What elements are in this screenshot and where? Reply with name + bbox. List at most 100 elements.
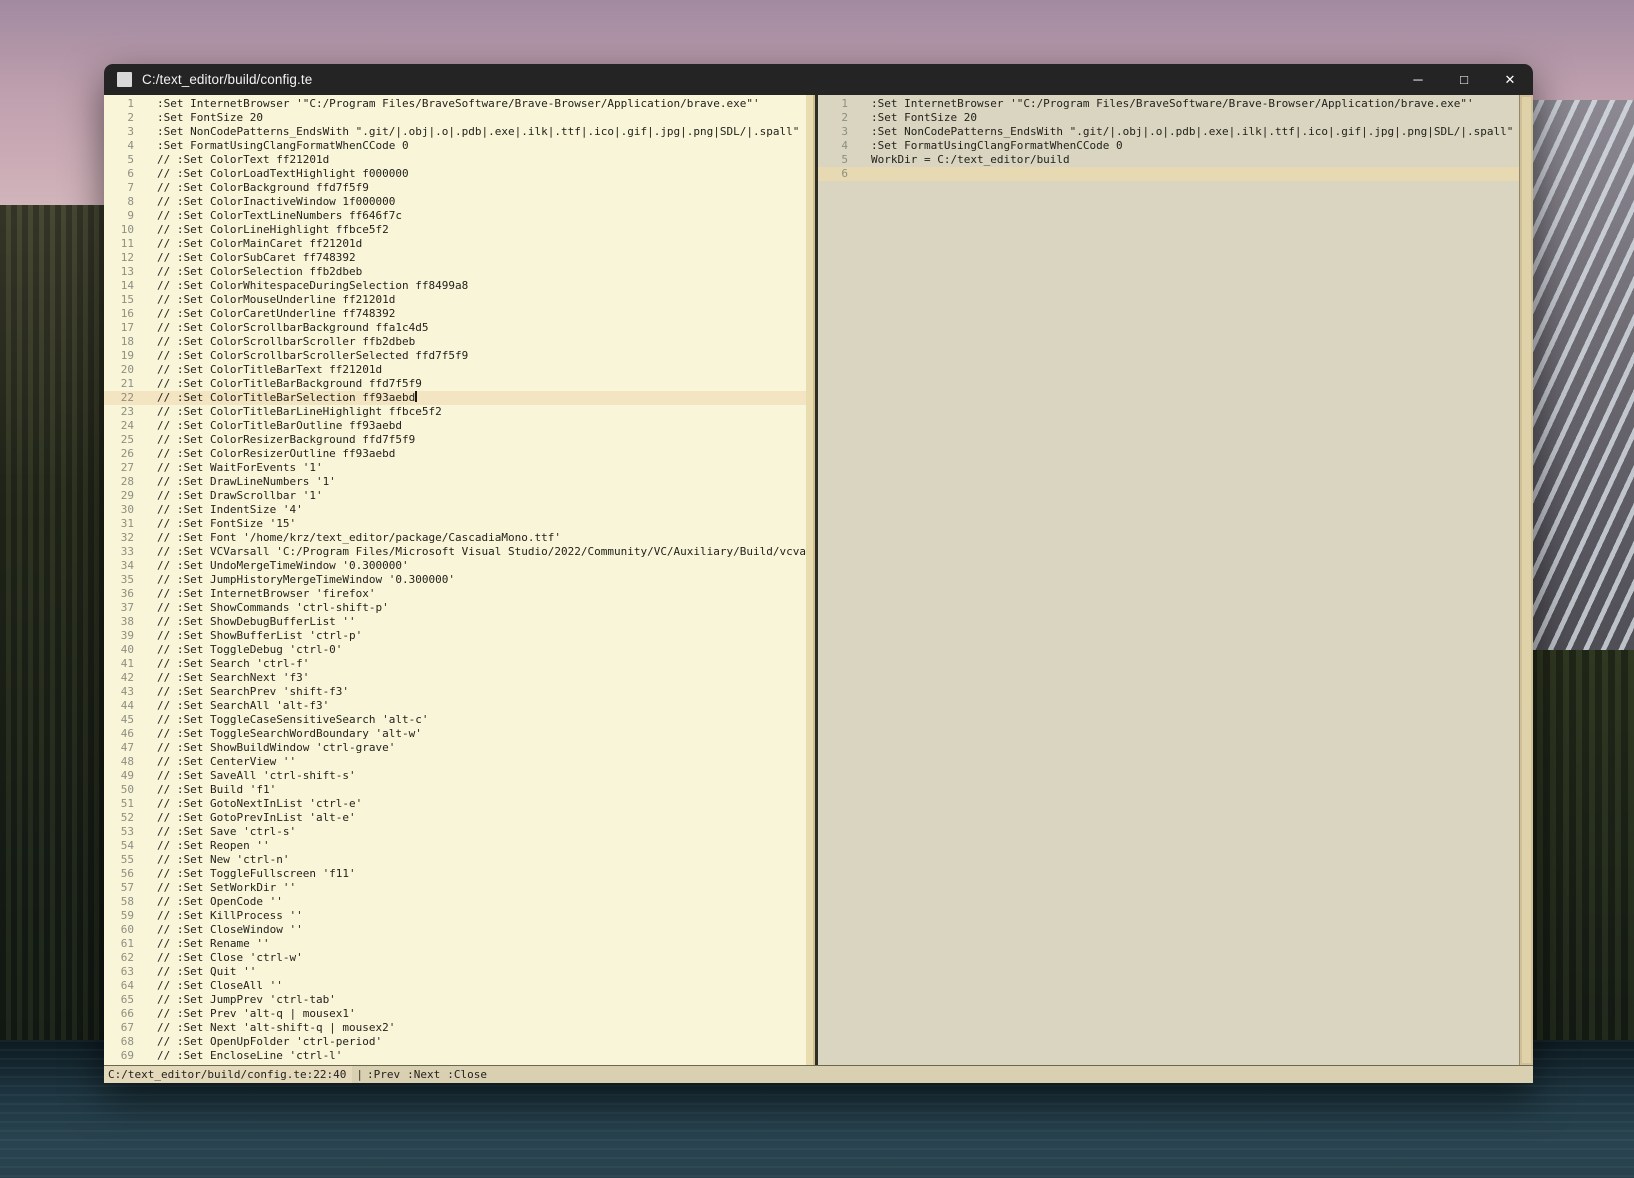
code-line[interactable]: 57// :Set SetWorkDir ''	[104, 881, 806, 895]
code-line[interactable]: 69// :Set EncloseLine 'ctrl-l'	[104, 1049, 806, 1063]
code-line[interactable]: 28// :Set DrawLineNumbers '1'	[104, 475, 806, 489]
code-line[interactable]: 64// :Set CloseAll ''	[104, 979, 806, 993]
code-line[interactable]: 11// :Set ColorMainCaret ff21201d	[104, 237, 806, 251]
code-line[interactable]: 59// :Set KillProcess ''	[104, 909, 806, 923]
right-pane-scrollbar[interactable]	[1519, 95, 1533, 1065]
code-line[interactable]: 62// :Set Close 'ctrl-w'	[104, 951, 806, 965]
code-line[interactable]: 49// :Set SaveAll 'ctrl-shift-s'	[104, 769, 806, 783]
status-command-prev[interactable]: :Prev	[367, 1068, 400, 1081]
code-line[interactable]: 43// :Set SearchPrev 'shift-f3'	[104, 685, 806, 699]
code-line[interactable]: 26// :Set ColorResizerOutline ff93aebd	[104, 447, 806, 461]
code-line[interactable]: 5// :Set ColorText ff21201d	[104, 153, 806, 167]
code-line[interactable]: 10// :Set ColorLineHighlight ffbce5f2	[104, 223, 806, 237]
line-number: 2	[104, 111, 134, 125]
code-text: // :Set CloseWindow ''	[157, 923, 303, 937]
line-number: 53	[104, 825, 134, 839]
left-pane-scrollbar[interactable]	[806, 95, 815, 1065]
code-line[interactable]: 60// :Set CloseWindow ''	[104, 923, 806, 937]
code-line[interactable]: 34// :Set UndoMergeTimeWindow '0.300000'	[104, 559, 806, 573]
code-line[interactable]: 16// :Set ColorCaretUnderline ff748392	[104, 307, 806, 321]
maximize-button[interactable]: □	[1441, 64, 1487, 95]
code-text: // :Set GotoNextInList 'ctrl-e'	[157, 797, 362, 811]
status-command-next[interactable]: :Next	[407, 1068, 440, 1081]
code-line[interactable]: 66// :Set Prev 'alt-q | mousex1'	[104, 1007, 806, 1021]
code-line[interactable]: 9// :Set ColorTextLineNumbers ff646f7c	[104, 209, 806, 223]
code-line[interactable]: 2:Set FontSize 20	[818, 111, 1520, 125]
code-line[interactable]: 31// :Set FontSize '15'	[104, 517, 806, 531]
code-line[interactable]: 44// :Set SearchAll 'alt-f3'	[104, 699, 806, 713]
status-divider: |	[352, 1068, 367, 1081]
code-line[interactable]: 63// :Set Quit ''	[104, 965, 806, 979]
code-line[interactable]: 4:Set FormatUsingClangFormatWhenCCode 0	[104, 139, 806, 153]
code-line[interactable]: 58// :Set OpenCode ''	[104, 895, 806, 909]
editor-pane-right[interactable]: 1:Set InternetBrowser '"C:/Program Files…	[818, 95, 1533, 1065]
code-line[interactable]: 3:Set NonCodePatterns_EndsWith ".git/|.o…	[104, 125, 806, 139]
code-line[interactable]: 21// :Set ColorTitleBarBackground ffd7f5…	[104, 377, 806, 391]
code-line[interactable]: 37// :Set ShowCommands 'ctrl-shift-p'	[104, 601, 806, 615]
code-line[interactable]: 29// :Set DrawScrollbar '1'	[104, 489, 806, 503]
code-line[interactable]: 61// :Set Rename ''	[104, 937, 806, 951]
code-line[interactable]: 7// :Set ColorBackground ffd7f5f9	[104, 181, 806, 195]
code-line[interactable]: 1:Set InternetBrowser '"C:/Program Files…	[818, 97, 1520, 111]
code-line[interactable]: 25// :Set ColorResizerBackground ffd7f5f…	[104, 433, 806, 447]
code-line[interactable]: 45// :Set ToggleCaseSensitiveSearch 'alt…	[104, 713, 806, 727]
code-line[interactable]: 39// :Set ShowBufferList 'ctrl-p'	[104, 629, 806, 643]
line-number: 66	[104, 1007, 134, 1021]
code-line[interactable]: 18// :Set ColorScrollbarScroller ffb2dbe…	[104, 335, 806, 349]
code-line[interactable]: 8// :Set ColorInactiveWindow 1f000000	[104, 195, 806, 209]
code-line[interactable]: 20// :Set ColorTitleBarText ff21201d	[104, 363, 806, 377]
code-line[interactable]: 22// :Set ColorTitleBarSelection ff93aeb…	[104, 391, 806, 405]
code-line[interactable]: 48// :Set CenterView ''	[104, 755, 806, 769]
title-bar[interactable]: C:/text_editor/build/config.te ─□✕	[104, 64, 1533, 95]
code-line[interactable]: 24// :Set ColorTitleBarOutline ff93aebd	[104, 419, 806, 433]
code-line[interactable]: 1:Set InternetBrowser '"C:/Program Files…	[104, 97, 806, 111]
code-line[interactable]: 17// :Set ColorScrollbarBackground ffa1c…	[104, 321, 806, 335]
close-button[interactable]: ✕	[1487, 64, 1533, 95]
code-line[interactable]: 40// :Set ToggleDebug 'ctrl-0'	[104, 643, 806, 657]
code-line[interactable]: 52// :Set GotoPrevInList 'alt-e'	[104, 811, 806, 825]
code-line[interactable]: 55// :Set New 'ctrl-n'	[104, 853, 806, 867]
editor-pane-left[interactable]: 1:Set InternetBrowser '"C:/Program Files…	[104, 95, 806, 1065]
minimize-button[interactable]: ─	[1395, 64, 1441, 95]
code-line[interactable]: 19// :Set ColorScrollbarScrollerSelected…	[104, 349, 806, 363]
code-line[interactable]: 6	[818, 167, 1520, 181]
code-line[interactable]: 68// :Set OpenUpFolder 'ctrl-period'	[104, 1035, 806, 1049]
code-text: // :Set ToggleDebug 'ctrl-0'	[157, 643, 342, 657]
code-line[interactable]: 53// :Set Save 'ctrl-s'	[104, 825, 806, 839]
code-line[interactable]: 27// :Set WaitForEvents '1'	[104, 461, 806, 475]
code-line[interactable]: 14// :Set ColorWhitespaceDuringSelection…	[104, 279, 806, 293]
line-number: 49	[104, 769, 134, 783]
line-number: 2	[818, 111, 848, 125]
code-line[interactable]: 70// :Set	[104, 1063, 806, 1065]
code-line[interactable]: 4:Set FormatUsingClangFormatWhenCCode 0	[818, 139, 1520, 153]
code-line[interactable]: 41// :Set Search 'ctrl-f'	[104, 657, 806, 671]
code-line[interactable]: 65// :Set JumpPrev 'ctrl-tab'	[104, 993, 806, 1007]
code-line[interactable]: 56// :Set ToggleFullscreen 'f11'	[104, 867, 806, 881]
status-command-close[interactable]: :Close	[447, 1068, 487, 1081]
code-line[interactable]: 13// :Set ColorSelection ffb2dbeb	[104, 265, 806, 279]
code-line[interactable]: 3:Set NonCodePatterns_EndsWith ".git/|.o…	[818, 125, 1520, 139]
code-line[interactable]: 47// :Set ShowBuildWindow 'ctrl-grave'	[104, 741, 806, 755]
code-line[interactable]: 35// :Set JumpHistoryMergeTimeWindow '0.…	[104, 573, 806, 587]
code-line[interactable]: 32// :Set Font '/home/krz/text_editor/pa…	[104, 531, 806, 545]
code-line[interactable]: 67// :Set Next 'alt-shift-q | mousex2'	[104, 1021, 806, 1035]
code-line[interactable]: 6// :Set ColorLoadTextHighlight f000000	[104, 167, 806, 181]
code-line[interactable]: 30// :Set IndentSize '4'	[104, 503, 806, 517]
code-line[interactable]: 54// :Set Reopen ''	[104, 839, 806, 853]
code-line[interactable]: 50// :Set Build 'f1'	[104, 783, 806, 797]
code-text: // :Set ColorCaretUnderline ff748392	[157, 307, 395, 321]
line-number: 32	[104, 531, 134, 545]
code-line[interactable]: 2:Set FontSize 20	[104, 111, 806, 125]
code-line[interactable]: 42// :Set SearchNext 'f3'	[104, 671, 806, 685]
line-number: 47	[104, 741, 134, 755]
code-line[interactable]: 15// :Set ColorMouseUnderline ff21201d	[104, 293, 806, 307]
code-line[interactable]: 33// :Set VCVarsall 'C:/Program Files/Mi…	[104, 545, 806, 559]
code-line[interactable]: 51// :Set GotoNextInList 'ctrl-e'	[104, 797, 806, 811]
code-line[interactable]: 36// :Set InternetBrowser 'firefox'	[104, 587, 806, 601]
code-line[interactable]: 12// :Set ColorSubCaret ff748392	[104, 251, 806, 265]
code-line[interactable]: 23// :Set ColorTitleBarLineHighlight ffb…	[104, 405, 806, 419]
right-scrollbar-thumb[interactable]	[1522, 97, 1531, 1063]
code-line[interactable]: 38// :Set ShowDebugBufferList ''	[104, 615, 806, 629]
code-line[interactable]: 5WorkDir = C:/text_editor/build	[818, 153, 1520, 167]
code-line[interactable]: 46// :Set ToggleSearchWordBoundary 'alt-…	[104, 727, 806, 741]
